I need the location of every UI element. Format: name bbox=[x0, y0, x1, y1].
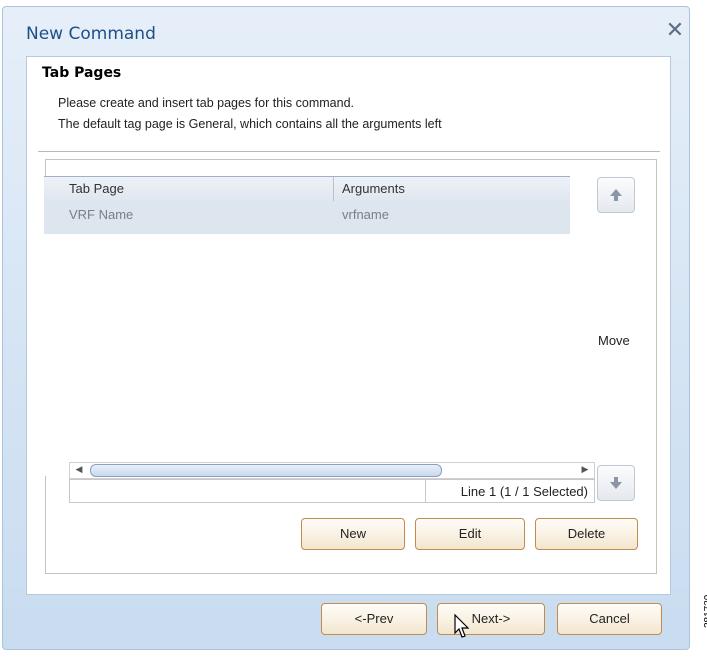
table-row[interactable]: VRF Name vrfname bbox=[44, 201, 570, 234]
column-divider[interactable] bbox=[333, 177, 334, 202]
move-down-button[interactable] bbox=[597, 465, 635, 501]
dialog-title: New Command bbox=[26, 24, 156, 44]
scroll-right-icon[interactable]: ▶ bbox=[578, 464, 592, 477]
cancel-button[interactable]: Cancel bbox=[557, 603, 662, 635]
cell-arguments: vrfname bbox=[342, 207, 389, 222]
scrollbar-thumb[interactable] bbox=[90, 464, 442, 477]
move-label: Move bbox=[598, 333, 630, 348]
description-line-2: The default tag page is General, which c… bbox=[58, 117, 442, 131]
separator bbox=[38, 151, 660, 152]
new-button[interactable]: New bbox=[301, 518, 405, 550]
edit-button[interactable]: Edit bbox=[415, 518, 525, 550]
section-heading: Tab Pages bbox=[42, 65, 122, 81]
table-header: Tab Page Arguments bbox=[44, 176, 570, 202]
delete-button[interactable]: Delete bbox=[535, 518, 638, 550]
horizontal-scrollbar[interactable]: ◀ ▶ bbox=[69, 462, 595, 479]
arrow-down-icon bbox=[610, 477, 622, 489]
cell-tab-page: VRF Name bbox=[69, 207, 134, 222]
close-icon[interactable]: ✕ bbox=[664, 20, 686, 42]
column-header-arguments[interactable]: Arguments bbox=[342, 181, 405, 196]
column-header-tab-page[interactable]: Tab Page bbox=[69, 181, 124, 196]
arrow-up-icon bbox=[610, 189, 622, 201]
scroll-left-icon[interactable]: ◀ bbox=[72, 464, 86, 477]
description-line-1: Please create and insert tab pages for t… bbox=[58, 96, 354, 110]
status-bar: Line 1 (1 / 1 Selected) bbox=[69, 479, 595, 503]
move-up-button[interactable] bbox=[597, 177, 635, 213]
status-divider bbox=[425, 480, 426, 502]
tab-pages-table: Tab Page Arguments VRF Name vrfname bbox=[44, 176, 570, 476]
mouse-cursor-icon bbox=[454, 614, 470, 638]
figure-id: 281730 bbox=[703, 594, 707, 628]
prev-button[interactable]: <-Prev bbox=[321, 603, 427, 635]
selection-status: Line 1 (1 / 1 Selected) bbox=[460, 484, 588, 499]
